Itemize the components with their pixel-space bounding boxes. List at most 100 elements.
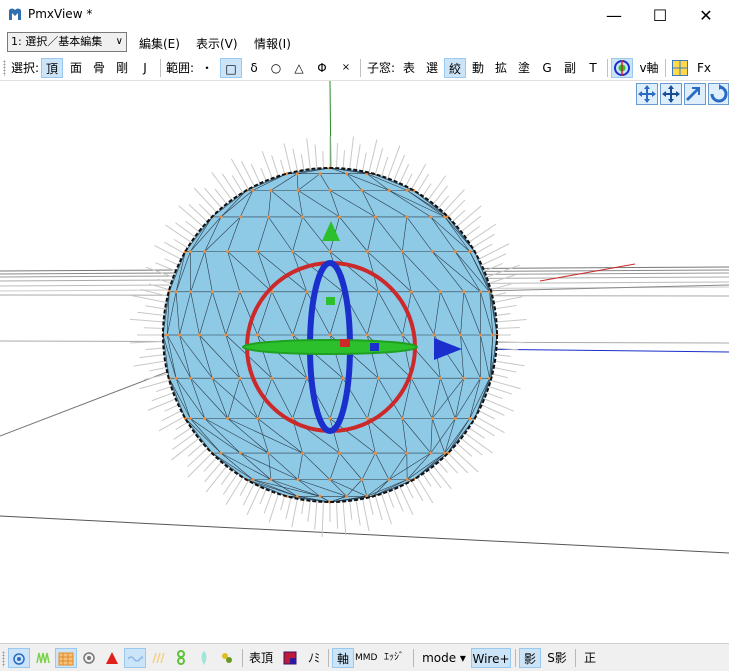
menu-view[interactable]: 表示(V) xyxy=(196,35,238,52)
shadow-toggle[interactable]: 影 xyxy=(519,648,541,668)
vaxis-toggle-button[interactable] xyxy=(611,58,633,78)
show-bone-toggle[interactable] xyxy=(78,648,100,668)
toolbar-separator xyxy=(665,59,666,77)
softbody-icon xyxy=(197,650,211,666)
toolbar-grip[interactable] xyxy=(2,651,5,667)
pan-icon xyxy=(661,84,681,104)
zoom-icon xyxy=(685,84,705,104)
vaxis-label[interactable]: v軸 xyxy=(636,58,662,78)
axis-gizmo-icon xyxy=(613,59,631,77)
close-button[interactable]: ✕ xyxy=(683,0,729,30)
gizmo-center-handle[interactable] xyxy=(340,339,350,347)
child-window-label: 子窓: xyxy=(364,58,398,78)
rotate-icon xyxy=(709,84,729,104)
toolbar-grip[interactable] xyxy=(3,60,6,76)
select-bone-button[interactable]: 骨 xyxy=(88,58,110,78)
mode-select[interactable]: 1: 選択／基本編集 ∨ xyxy=(7,32,127,52)
child-g-button[interactable]: G xyxy=(537,58,557,78)
show-rigid-toggle[interactable] xyxy=(101,648,123,668)
mesh-grid-icon xyxy=(58,652,74,666)
range-triangle-button[interactable]: △ xyxy=(289,58,309,78)
nomi-button[interactable]: ﾉﾐ xyxy=(303,648,325,668)
app-icon xyxy=(7,6,23,22)
select-rigid-button[interactable]: 剛 xyxy=(111,58,133,78)
child-table-button[interactable]: 表 xyxy=(399,58,419,78)
weight-dots-icon xyxy=(220,651,234,665)
material-swatch-icon xyxy=(283,651,297,665)
red-triangle-icon xyxy=(105,651,119,665)
select-face-button[interactable]: 面 xyxy=(65,58,87,78)
gizmo-x-handle[interactable] xyxy=(325,343,333,351)
ortho-toggle[interactable]: 正 xyxy=(579,648,601,668)
show-joint-toggle[interactable] xyxy=(170,648,192,668)
viewport-3d[interactable] xyxy=(0,81,729,643)
view-pan-button[interactable] xyxy=(660,83,682,105)
toolbar-separator xyxy=(160,59,161,77)
table-vertex-button[interactable]: 表頂 xyxy=(247,648,275,668)
bone-target-icon xyxy=(82,651,96,665)
view-move-button[interactable] xyxy=(636,83,658,105)
range-label: 範囲: xyxy=(164,58,196,78)
show-mesh-toggle[interactable] xyxy=(55,648,77,668)
select-joint-button[interactable]: J xyxy=(134,58,156,78)
edge-toggle-button[interactable]: ｴｯｼﾞ xyxy=(379,648,409,668)
move-icon xyxy=(637,84,657,104)
show-weight-toggle[interactable] xyxy=(216,648,238,668)
status-separator xyxy=(242,649,243,667)
status-separator xyxy=(575,649,576,667)
axis-toggle-button[interactable]: 軸 xyxy=(332,648,354,668)
show-softbody-toggle[interactable] xyxy=(193,648,215,668)
mmd-toggle-button[interactable]: MMD xyxy=(355,648,377,668)
range-delta-button[interactable]: δ xyxy=(244,58,264,78)
child-narrow-button[interactable]: 絞 xyxy=(444,58,466,78)
vertex-dot-icon xyxy=(12,652,26,666)
bottom-toolbar: 表頂 ﾉﾐ 軸 MMD ｴｯｼﾞ mode ▾ Wire+ 影 S影 正 xyxy=(0,643,729,671)
range-point-button[interactable]: ・ xyxy=(197,58,217,78)
window-title: PmxView * xyxy=(28,7,92,21)
minimize-button[interactable]: — xyxy=(591,0,637,30)
view-rotate-button[interactable] xyxy=(708,83,729,105)
menu-info[interactable]: 情報(I) xyxy=(254,35,291,52)
material-color-button[interactable] xyxy=(279,648,301,668)
self-shadow-toggle[interactable]: S影 xyxy=(543,648,571,668)
wave-icon xyxy=(127,652,143,666)
child-select-button[interactable]: 選 xyxy=(422,58,442,78)
menu-edit[interactable]: 編集(E) xyxy=(139,35,180,52)
range-phi-button[interactable]: Φ xyxy=(312,58,332,78)
show-wave-toggle[interactable] xyxy=(124,648,146,668)
mode-dropdown[interactable]: mode ▾ xyxy=(418,648,470,668)
chevron-down-icon: ∨ xyxy=(116,33,123,51)
toolbar-separator xyxy=(360,59,361,77)
joint-chain-icon xyxy=(174,650,188,666)
child-scale-button[interactable]: 拡 xyxy=(491,58,511,78)
quad-view-button[interactable] xyxy=(669,58,691,78)
range-circle-button[interactable]: ○ xyxy=(266,58,286,78)
wire-plus-toggle[interactable]: Wire+ xyxy=(471,648,511,668)
status-separator xyxy=(413,649,414,667)
range-rect-button[interactable]: □ xyxy=(220,58,242,78)
main-toolbar: 選択: 頂 面 骨 剛 J 範囲: ・ □ δ ○ △ Φ × 子窓: 表 選 … xyxy=(0,56,729,81)
gizmo-y-handle[interactable] xyxy=(326,297,335,305)
child-sub-button[interactable]: 副 xyxy=(560,58,580,78)
quad-grid-icon xyxy=(672,60,688,76)
morph-lines-icon xyxy=(150,651,166,665)
select-label: 選択: xyxy=(10,58,40,78)
show-vertex-toggle[interactable] xyxy=(8,648,30,668)
title-bar[interactable]: PmxView * — ☐ ✕ xyxy=(0,0,729,30)
child-paint-button[interactable]: 塗 xyxy=(514,58,534,78)
child-move-button[interactable]: 動 xyxy=(468,58,488,78)
maximize-button[interactable]: ☐ xyxy=(637,0,683,30)
show-morph-toggle[interactable] xyxy=(147,648,169,668)
status-separator xyxy=(328,649,329,667)
show-normals-toggle[interactable] xyxy=(32,648,54,668)
status-separator xyxy=(515,649,516,667)
select-vertex-button[interactable]: 頂 xyxy=(41,58,63,78)
child-t-button[interactable]: T xyxy=(583,58,603,78)
view-zoom-button[interactable] xyxy=(684,83,706,105)
scene-canvas[interactable] xyxy=(0,81,729,643)
gizmo-z-handle[interactable] xyxy=(370,343,379,351)
fx-button[interactable]: Fx xyxy=(693,58,715,78)
toolbar-separator xyxy=(607,59,608,77)
normals-icon xyxy=(35,651,51,665)
range-clear-button[interactable]: × xyxy=(336,58,356,78)
